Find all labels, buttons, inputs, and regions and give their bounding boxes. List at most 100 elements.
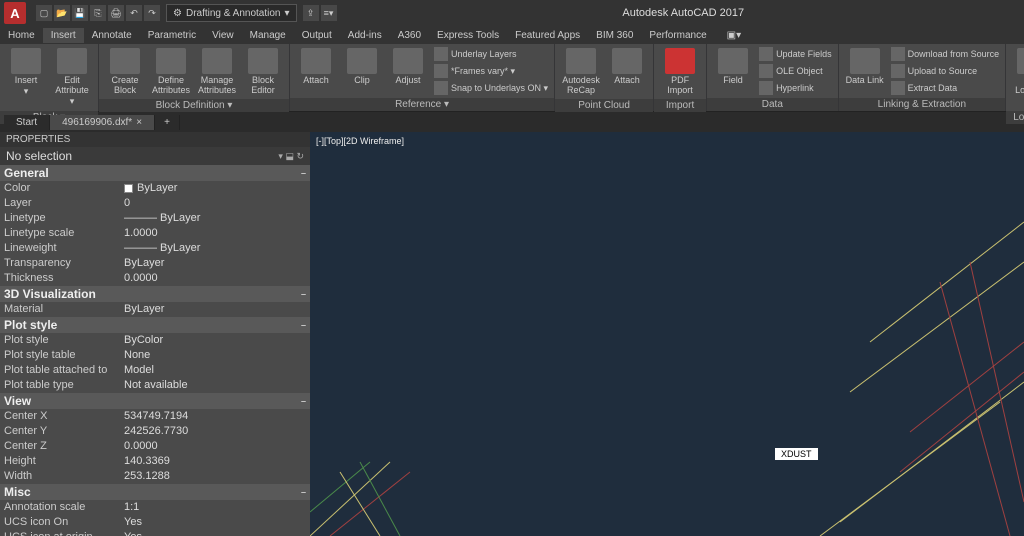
hyperlink-button[interactable]: Hyperlink [757,80,834,96]
ribbon-group-block: Insert▾ Edit Attribute▾ Block ▾ [0,44,99,111]
tab-parametric[interactable]: Parametric [140,28,204,43]
ribbon-group-pointcloud: Autodesk ReCap Attach Point Cloud [555,44,654,111]
set-location-button[interactable]: Set Location▾ [1010,46,1024,109]
prop-row[interactable]: Thickness0.0000 [0,271,310,286]
create-block-button[interactable]: Create Block [103,46,147,97]
block-editor-button[interactable]: Block Editor [241,46,285,97]
doc-tab-new[interactable]: + [155,115,180,130]
prop-row[interactable]: Width253.1288 [0,469,310,484]
prop-row[interactable]: Plot table typeNot available [0,378,310,393]
frames-dropdown[interactable]: *Frames vary* ▾ [432,63,550,79]
prop-row[interactable]: UCS icon at originYes [0,530,310,536]
group-title-location: Location [1006,111,1024,124]
prop-row[interactable]: Height140.3369 [0,454,310,469]
ribbon-group-location: Set Location▾ Location [1006,44,1024,111]
tab-featured[interactable]: Featured Apps [507,28,588,43]
qat-new-icon[interactable]: ▢ [36,5,52,21]
tab-performance[interactable]: Performance [641,28,714,43]
prop-category[interactable]: View– [0,393,310,409]
document-tabs: Start 496169906.dxf*× + [0,112,1024,132]
panel-toggle-icon[interactable]: ▣▾ [719,28,749,43]
prop-row[interactable]: UCS icon OnYes [0,515,310,530]
insert-block-button[interactable]: Insert▾ [4,46,48,99]
prop-row[interactable]: Linetype scale1.0000 [0,226,310,241]
attach-pc-button[interactable]: Attach [605,46,649,87]
prop-row[interactable]: Center X534749.7194 [0,409,310,424]
prop-row[interactable]: Annotation scale1:1 [0,500,310,515]
app-logo[interactable]: A [4,2,26,24]
snap-underlays-dropdown[interactable]: Snap to Underlays ON ▾ [432,80,550,96]
underlay-layers-button[interactable]: Underlay Layers [432,46,550,62]
ole-object-button[interactable]: OLE Object [757,63,834,79]
ribbon-tabs: Home Insert Annotate Parametric View Man… [0,26,1024,44]
qat-open-icon[interactable]: 📂 [54,5,70,21]
drawing-canvas[interactable]: [-][Top][2D Wireframe] XDUST [310,132,1024,536]
prop-row[interactable]: ColorByLayer [0,181,310,196]
tab-a360[interactable]: A360 [390,28,429,43]
prop-category[interactable]: 3D Visualization– [0,286,310,302]
properties-panel: PROPERTIES No selection ▾ ⬓ ↻ General–Co… [0,132,310,536]
main-area: PROPERTIES No selection ▾ ⬓ ↻ General–Co… [0,132,1024,536]
clip-button[interactable]: Clip [340,46,384,87]
tab-insert[interactable]: Insert [43,28,84,43]
tab-output[interactable]: Output [294,28,340,43]
group-title-pointcloud: Point Cloud [555,99,653,112]
pdf-import-button[interactable]: PDF Import [658,46,702,97]
close-icon[interactable]: × [136,117,142,128]
prop-row[interactable]: Plot styleByColor [0,333,310,348]
group-title-import: Import [654,99,706,112]
tab-view[interactable]: View [204,28,242,43]
qat-undo-icon[interactable]: ↶ [126,5,142,21]
chevron-down-icon: ▾ [284,8,289,19]
ribbon-group-data: Field Update Fields OLE Object Hyperlink… [707,44,839,111]
tab-addins[interactable]: Add-ins [340,28,390,43]
prop-row[interactable]: Plot table attached toModel [0,363,310,378]
ribbon-group-blockdef: Create Block Define Attributes Manage At… [99,44,290,111]
prop-row[interactable]: MaterialByLayer [0,302,310,317]
prop-row[interactable]: Center Y242526.7730 [0,424,310,439]
prop-category[interactable]: Misc– [0,484,310,500]
tab-annotate[interactable]: Annotate [84,28,140,43]
extract-data-button[interactable]: Extract Data [889,80,1002,96]
qat-more-icon[interactable]: ≡▾ [321,5,337,21]
qat-save-icon[interactable]: 💾 [72,5,88,21]
qat-saveas-icon[interactable]: ⎘ [90,5,106,21]
doc-tab-start[interactable]: Start [4,115,50,130]
field-button[interactable]: Field [711,46,755,87]
prop-row[interactable]: Lineweight——— ByLayer [0,241,310,256]
doc-tab-active[interactable]: 496169906.dxf*× [50,115,155,130]
tab-bim360[interactable]: BIM 360 [588,28,641,43]
prop-row[interactable]: TransparencyByLayer [0,256,310,271]
gear-icon: ⚙ [173,8,182,19]
data-link-button[interactable]: Data Link [843,46,887,87]
attach-button[interactable]: Attach [294,46,338,87]
workspace-dropdown[interactable]: ⚙ Drafting & Annotation ▾ [166,4,297,22]
prop-row[interactable]: Plot style tableNone [0,348,310,363]
prop-category[interactable]: Plot style– [0,317,310,333]
group-title-reference: Reference ▾ [290,98,554,111]
prop-category[interactable]: General– [0,165,310,181]
adjust-button[interactable]: Adjust [386,46,430,87]
quick-access-toolbar: ▢ 📂 💾 ⎘ 🖨 ↶ ↷ [30,5,166,21]
qat-share-icon[interactable]: ⇪ [303,5,319,21]
ribbon: Insert▾ Edit Attribute▾ Block ▾ Create B… [0,44,1024,112]
manage-attributes-button[interactable]: Manage Attributes [195,46,239,97]
define-attributes-button[interactable]: Define Attributes [149,46,193,97]
properties-selection[interactable]: No selection ▾ ⬓ ↻ [0,147,310,165]
tab-home[interactable]: Home [0,28,43,43]
upload-source-button[interactable]: Upload to Source [889,63,1002,79]
prop-row[interactable]: Center Z0.0000 [0,439,310,454]
selection-controls[interactable]: ▾ ⬓ ↻ [278,151,304,162]
recap-button[interactable]: Autodesk ReCap [559,46,603,97]
edit-attribute-button[interactable]: Edit Attribute▾ [50,46,94,109]
update-fields-button[interactable]: Update Fields [757,46,834,62]
download-source-button[interactable]: Download from Source [889,46,1002,62]
tab-express[interactable]: Express Tools [429,28,507,43]
prop-row[interactable]: Layer0 [0,196,310,211]
qat-extra: ⇪ ≡▾ [297,5,343,21]
qat-plot-icon[interactable]: 🖨 [108,5,124,21]
group-title-blockdef: Block Definition ▾ [99,99,289,112]
tab-manage[interactable]: Manage [242,28,294,43]
qat-redo-icon[interactable]: ↷ [144,5,160,21]
prop-row[interactable]: Linetype——— ByLayer [0,211,310,226]
